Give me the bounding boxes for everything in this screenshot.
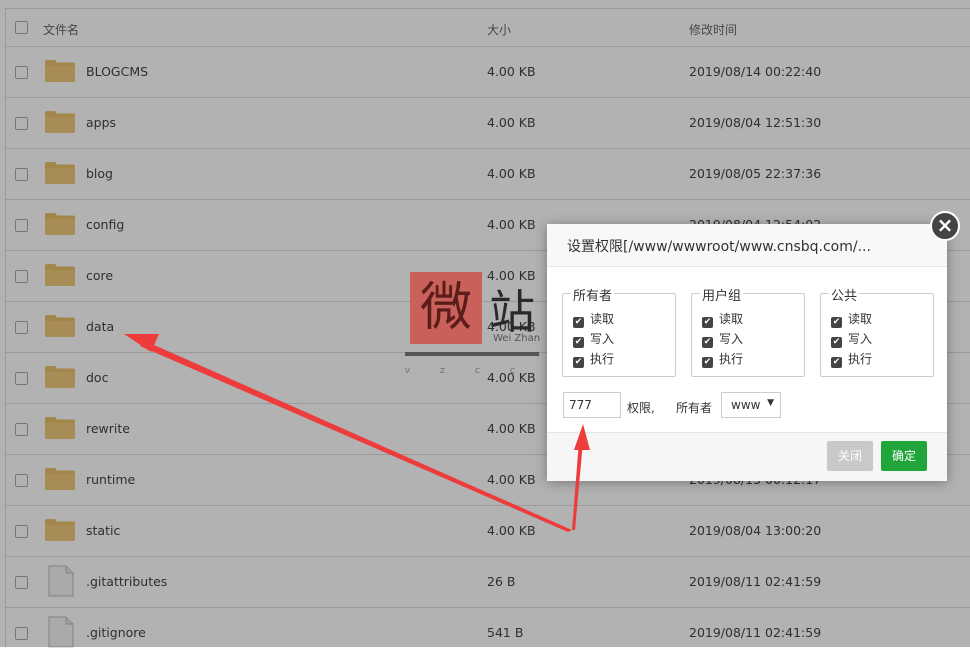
checkbox-checked-icon[interactable]: ✔ xyxy=(573,337,584,348)
permission-read[interactable]: ✔ 读取 xyxy=(702,310,743,328)
watermark-bar xyxy=(405,352,539,356)
close-button[interactable]: 关闭 xyxy=(827,441,873,471)
permission-group-public: 公共 ✔ 读取 ✔ 写入 ✔ 执行 xyxy=(820,285,934,377)
checkbox-checked-icon[interactable]: ✔ xyxy=(702,317,713,328)
close-icon[interactable]: × xyxy=(930,211,960,241)
permission-exec[interactable]: ✔ 执行 xyxy=(831,350,872,368)
permission-write[interactable]: ✔ 写入 xyxy=(573,330,614,348)
checkbox-checked-icon[interactable]: ✔ xyxy=(573,317,584,328)
checkbox-checked-icon[interactable]: ✔ xyxy=(702,337,713,348)
group-label: 所有者 xyxy=(571,285,615,304)
permission-read[interactable]: ✔ 读取 xyxy=(573,310,614,328)
watermark-char1: 微 xyxy=(410,272,482,344)
permission-exec[interactable]: ✔ 执行 xyxy=(702,350,743,368)
permission-write[interactable]: ✔ 写入 xyxy=(702,330,743,348)
dialog-header: 设置权限[/www/wwwroot/www.cnsbq.com/... xyxy=(547,224,947,267)
dialog-title: 设置权限[/www/wwwroot/www.cnsbq.com/... xyxy=(567,239,871,255)
permission-write[interactable]: ✔ 写入 xyxy=(831,330,872,348)
permission-read-label: 读取 xyxy=(590,312,615,326)
permission-dialog: 设置权限[/www/wwwroot/www.cnsbq.com/... 所有者 ✔… xyxy=(547,224,947,481)
permission-exec-label: 执行 xyxy=(719,352,744,366)
watermark-logo: 微 站 Wei Zhan V Z C C xyxy=(405,272,555,382)
permission-group-owner: 所有者 ✔ 读取 ✔ 写入 ✔ 执行 xyxy=(562,285,676,377)
confirm-button[interactable]: 确定 xyxy=(881,441,927,471)
checkbox-checked-icon[interactable]: ✔ xyxy=(831,337,842,348)
permission-exec[interactable]: ✔ 执行 xyxy=(573,350,614,368)
owner-select-value: www xyxy=(731,398,761,412)
permission-read[interactable]: ✔ 读取 xyxy=(831,310,872,328)
permission-write-label: 写入 xyxy=(590,332,615,346)
permission-value-input[interactable] xyxy=(563,392,621,418)
permission-group-group: 用户组 ✔ 读取 ✔ 写入 ✔ 执行 xyxy=(691,285,805,377)
owner-label: 所有者 xyxy=(676,401,713,415)
permission-exec-label: 执行 xyxy=(590,352,615,366)
permission-read-label: 读取 xyxy=(848,312,873,326)
permission-label: 权限, xyxy=(627,401,655,415)
permission-write-label: 写入 xyxy=(848,332,873,346)
watermark-dots: V Z C C xyxy=(405,367,530,375)
checkbox-checked-icon[interactable]: ✔ xyxy=(573,357,584,368)
dialog-footer: 关闭 确定 xyxy=(547,432,947,481)
checkbox-checked-icon[interactable]: ✔ xyxy=(831,317,842,328)
permission-exec-label: 执行 xyxy=(848,352,873,366)
chevron-down-icon: ▼ xyxy=(767,398,774,408)
watermark-en: Wei Zhan xyxy=(493,333,541,344)
owner-select[interactable]: www ▼ xyxy=(721,392,781,418)
permission-read-label: 读取 xyxy=(719,312,744,326)
permission-write-label: 写入 xyxy=(719,332,744,346)
group-label: 用户组 xyxy=(700,285,744,304)
group-label: 公共 xyxy=(829,285,860,304)
checkbox-checked-icon[interactable]: ✔ xyxy=(702,357,713,368)
checkbox-checked-icon[interactable]: ✔ xyxy=(831,357,842,368)
